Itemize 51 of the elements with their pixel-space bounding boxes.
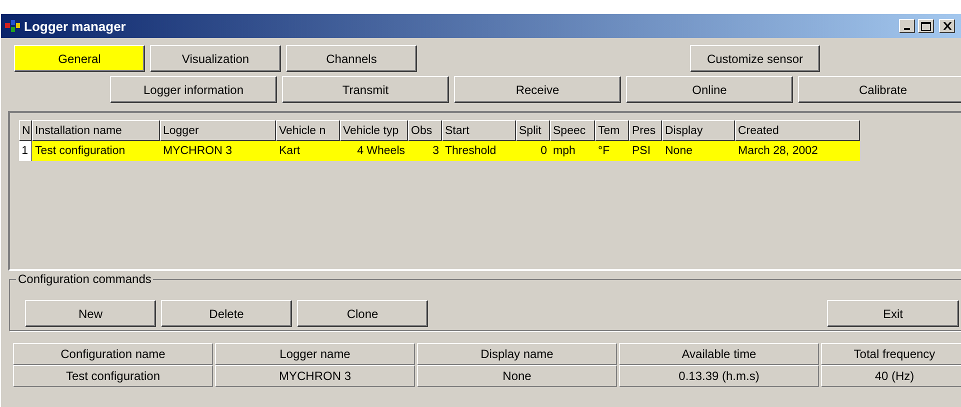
tab[interactable]: Channels [286,45,417,72]
window-title: Logger manager [24,18,127,34]
column-header[interactable]: Logger [160,120,276,141]
column-header[interactable]: Created [735,120,860,141]
table-cell[interactable]: 4 Wheels [340,141,408,161]
table-cell[interactable]: Threshold [442,141,516,161]
table-cell[interactable]: None [662,141,735,161]
column-header[interactable]: Display [662,120,735,141]
group-title: Configuration commands [16,272,154,286]
status-value: 40 (Hz) [821,365,961,387]
table-cell[interactable]: 0 [516,141,550,161]
status-value: None [417,365,617,387]
status-header: Display name [417,343,617,365]
row-number: 1 [19,141,32,161]
column-header[interactable]: Obs [408,120,442,141]
subtab[interactable]: Transmit [282,76,449,103]
column-header[interactable]: Installation name [32,120,160,141]
subtab[interactable]: Online [626,76,793,103]
status-value: Test configuration [13,365,213,387]
subtab[interactable]: Calibrate [798,76,961,103]
column-header[interactable]: Vehicle n [276,120,340,141]
table-cell[interactable]: March 28, 2002 [735,141,860,161]
table-cell[interactable]: °F [595,141,629,161]
table-cell[interactable]: Kart [276,141,340,161]
customize-sensor-button[interactable]: Customize sensor [690,45,820,72]
column-header[interactable]: N [19,120,32,141]
status-header: Total frequency [821,343,961,365]
tab[interactable]: General [14,45,145,72]
table-cell[interactable]: Test configuration [32,141,160,161]
exit-button[interactable]: Exit [827,300,959,327]
status-header: Available time [619,343,819,365]
table-cell[interactable]: mph [550,141,595,161]
status-value: MYCHRON 3 [215,365,415,387]
column-header[interactable]: Tem [595,120,629,141]
status-header: Configuration name [13,343,213,365]
table-cell[interactable]: 3 [408,141,442,161]
column-header[interactable]: Vehicle typ [340,120,408,141]
command-button[interactable]: Clone [297,300,428,327]
column-header[interactable]: Pres [629,120,662,141]
column-header[interactable]: Split [516,120,550,141]
status-header: Logger name [215,343,415,365]
command-button[interactable]: New [25,300,156,327]
status-value: 0.13.39 (h.m.s) [619,365,819,387]
command-button[interactable]: Delete [161,300,292,327]
column-header[interactable]: Start [442,120,516,141]
subtab[interactable]: Logger information [110,76,277,103]
table-cell[interactable]: MYCHRON 3 [160,141,276,161]
subtab[interactable]: Receive [454,76,621,103]
column-header[interactable]: Speec [550,120,595,141]
table-cell[interactable]: PSI [629,141,662,161]
tab[interactable]: Visualization [150,45,281,72]
